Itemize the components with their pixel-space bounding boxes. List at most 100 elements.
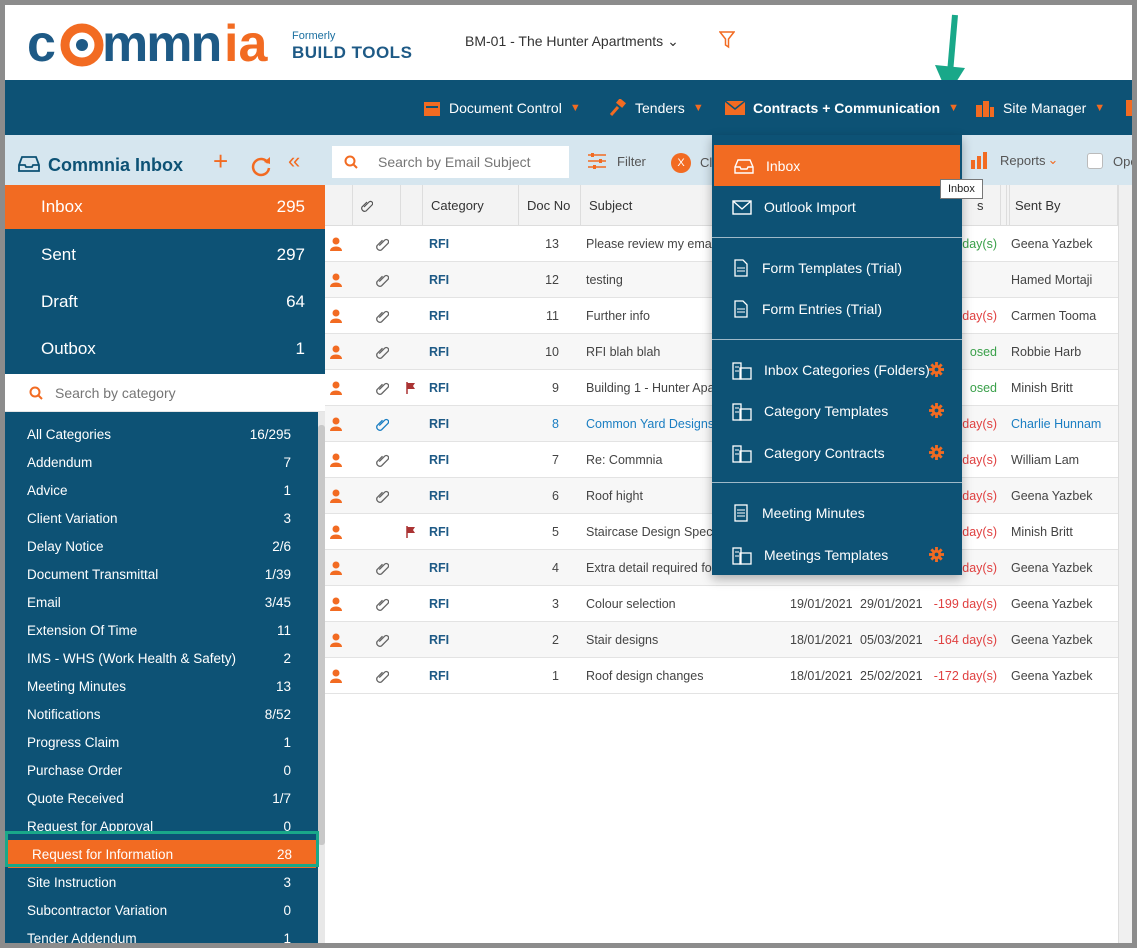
row-subject[interactable]: Staircase Design Specs <box>586 514 719 550</box>
reports-button[interactable]: Reports ⌄ <box>970 151 1058 169</box>
open-checkbox[interactable] <box>1087 153 1103 169</box>
category-item[interactable]: IMS - WHS (Work Health & Safety) 2 <box>5 644 318 672</box>
table-scrollbar[interactable] <box>1118 185 1132 943</box>
nav-tenders[interactable]: Tenders ▼ <box>609 80 704 135</box>
col-category[interactable]: Category <box>423 185 519 226</box>
col-attachment[interactable] <box>353 185 401 226</box>
row-subject[interactable]: RFI blah blah <box>586 334 660 370</box>
category-item[interactable]: Email 3/45 <box>5 588 318 616</box>
category-item[interactable]: Meeting Minutes 13 <box>5 672 318 700</box>
category-item[interactable]: Document Transmittal 1/39 <box>5 560 318 588</box>
menu-item-inbox-categories[interactable]: Inbox Categories (Folders) <box>712 349 962 390</box>
funnel-icon[interactable] <box>719 31 735 49</box>
folder-outbox[interactable]: Outbox 1 <box>5 327 325 371</box>
row-subject[interactable]: testing <box>586 262 623 298</box>
email-search-input[interactable] <box>378 152 558 172</box>
category-item[interactable]: Delay Notice 2/6 <box>5 532 318 560</box>
category-item[interactable]: Request for Approval 0 <box>5 812 318 840</box>
row-subject[interactable]: Stair designs <box>586 622 658 658</box>
menu-item-inbox[interactable]: Inbox <box>714 145 960 186</box>
category-item[interactable]: Quote Received 1/7 <box>5 784 318 812</box>
col-doc-no[interactable]: Doc No <box>519 185 581 226</box>
paperclip-icon[interactable] <box>376 334 389 370</box>
project-selector[interactable]: BM-01 - The Hunter Apartments ⌄ <box>465 33 679 50</box>
category-item[interactable]: Progress Claim 1 <box>5 728 318 756</box>
row-category: RFI <box>429 309 450 323</box>
row-subject[interactable]: Building 1 - Hunter Apar <box>586 370 719 406</box>
nav-site-manager[interactable]: Site Manager ▼ <box>975 80 1105 135</box>
category-item[interactable]: Extension Of Time 11 <box>5 616 318 644</box>
row-subject[interactable]: Extra detail required for <box>586 550 716 586</box>
clear-icon[interactable]: X <box>671 153 691 173</box>
category-item[interactable]: Notifications 8/52 <box>5 700 318 728</box>
folder-sent[interactable]: Sent 297 <box>5 233 325 277</box>
paperclip-icon[interactable] <box>376 226 389 262</box>
folder-draft[interactable]: Draft 64 <box>5 280 325 324</box>
menu-item-meetings-templates[interactable]: Meetings Templates <box>712 534 962 575</box>
category-item[interactable]: All Categories 16/295 <box>5 420 318 448</box>
gear-icon[interactable] <box>929 547 944 562</box>
flag-icon[interactable] <box>406 370 416 406</box>
paperclip-icon[interactable] <box>376 622 389 658</box>
envelope-icon <box>725 99 745 115</box>
row-doc-no: 3 <box>552 597 559 611</box>
col-sent-by[interactable]: Sent By <box>1007 185 1118 226</box>
paperclip-icon[interactable] <box>376 298 389 334</box>
category-item[interactable]: Addendum 7 <box>5 448 318 476</box>
row-subject[interactable]: Common Yard Designs <box>586 406 714 442</box>
nav-document-control[interactable]: Document Control ▼ <box>423 80 581 135</box>
row-subject[interactable]: Please review my email <box>586 226 717 262</box>
row-subject[interactable]: Roof design changes <box>586 658 703 694</box>
col-type[interactable] <box>325 185 353 226</box>
category-item[interactable]: Client Variation 3 <box>5 504 318 532</box>
category-item[interactable]: Purchase Order 0 <box>5 756 318 784</box>
refresh-icon[interactable] <box>250 155 272 177</box>
category-item[interactable]: Site Instruction 3 <box>5 868 318 896</box>
paperclip-icon[interactable] <box>376 262 389 298</box>
category-count: 2/6 <box>272 538 291 554</box>
category-item[interactable]: Tender Addendum 1 <box>5 924 318 944</box>
row-subject[interactable]: Re: Commnia <box>586 442 662 478</box>
menu-item-outlook-import[interactable]: Outlook Import <box>712 186 962 227</box>
row-subject[interactable]: Roof hight <box>586 478 643 514</box>
paperclip-icon[interactable] <box>376 586 389 622</box>
category-count: 1 <box>283 482 291 498</box>
menu-item-form-entries[interactable]: Form Entries (Trial) <box>712 288 962 329</box>
menu-item-category-contracts[interactable]: Category Contracts <box>712 432 962 473</box>
menu-item-form-templates[interactable]: Form Templates (Trial) <box>712 247 962 288</box>
nav-contracts-communication[interactable]: Contracts + Communication ▼ <box>725 80 959 135</box>
category-item[interactable]: Advice 1 <box>5 476 318 504</box>
folder-inbox[interactable]: Inbox 295 <box>5 185 325 229</box>
table-row[interactable]: RFI 2 Stair designs 18/01/2021 05/03/2021 -16… <box>325 622 1118 658</box>
folder-label: Draft <box>41 292 78 311</box>
folder-count: 64 <box>286 292 305 311</box>
category-item[interactable]: Subcontractor Variation 0 <box>5 896 318 924</box>
row-date-due: 29/01/2021 <box>860 597 923 611</box>
table-row[interactable]: RFI 1 Roof design changes 18/01/2021 25/02/2… <box>325 658 1118 694</box>
paperclip-icon[interactable] <box>376 406 389 442</box>
paperclip-icon[interactable] <box>376 658 389 694</box>
col-flag[interactable] <box>401 185 423 226</box>
menu-item-category-templates[interactable]: Category Templates <box>712 390 962 431</box>
category-scrollbar-thumb[interactable] <box>318 425 325 845</box>
chevron-down-icon: ▼ <box>1094 101 1106 114</box>
folders-icon <box>732 546 752 565</box>
clear-label[interactable]: Cl <box>700 155 712 170</box>
row-subject[interactable]: Colour selection <box>586 586 676 622</box>
category-search-input[interactable] <box>55 382 305 404</box>
table-row[interactable]: RFI 3 Colour selection 19/01/2021 29/01/2021… <box>325 586 1118 622</box>
add-icon[interactable]: + <box>213 148 228 174</box>
paperclip-icon[interactable] <box>376 370 389 406</box>
gear-icon[interactable] <box>929 362 944 377</box>
paperclip-icon[interactable] <box>376 478 389 514</box>
category-item[interactable]: Request for Information 28 <box>8 840 316 868</box>
collapse-icon[interactable]: « <box>288 150 300 172</box>
gear-icon[interactable] <box>929 403 944 418</box>
paperclip-icon[interactable] <box>376 442 389 478</box>
gear-icon[interactable] <box>929 445 944 460</box>
filter-button[interactable]: Filter <box>587 152 646 170</box>
paperclip-icon[interactable] <box>376 550 389 586</box>
menu-item-meeting-minutes[interactable]: Meeting Minutes <box>712 492 962 533</box>
row-subject[interactable]: Further info <box>586 298 650 334</box>
flag-icon[interactable] <box>406 514 416 550</box>
